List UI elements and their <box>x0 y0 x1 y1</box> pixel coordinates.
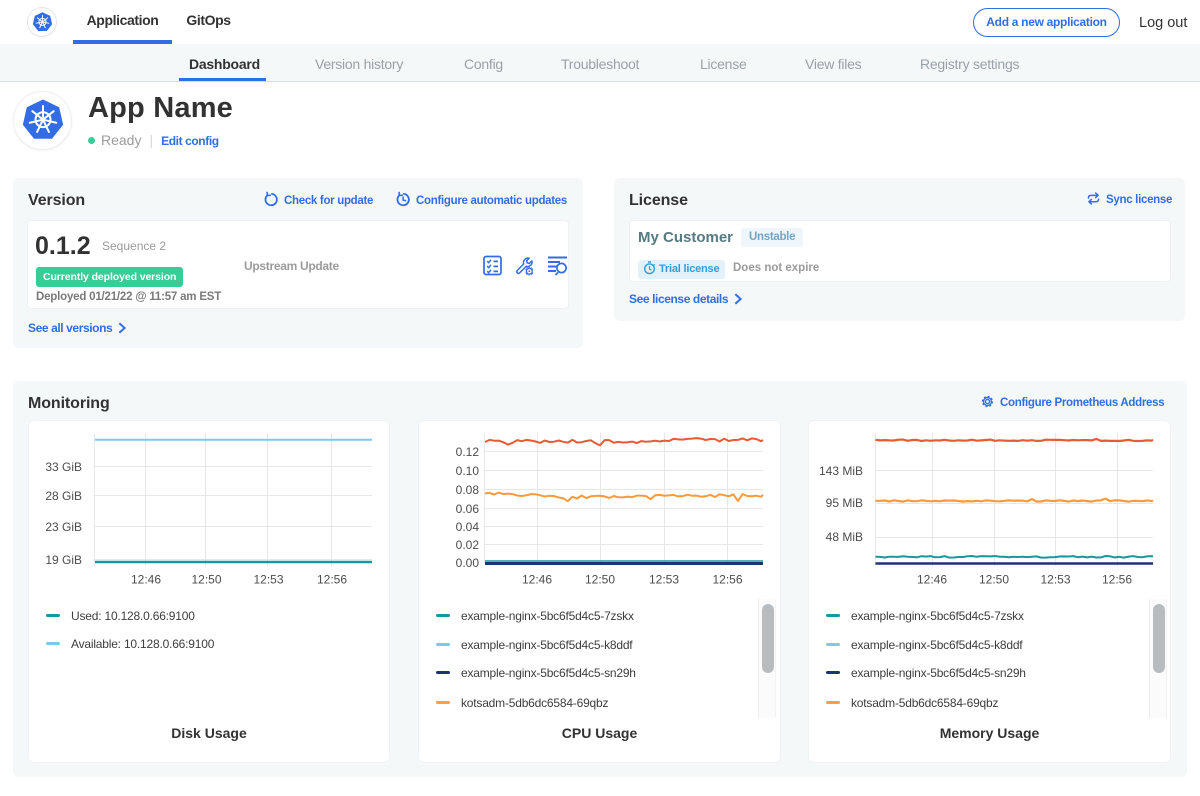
svg-text:12:53: 12:53 <box>649 573 679 587</box>
svg-text:0.10: 0.10 <box>456 464 480 478</box>
svg-text:0.00: 0.00 <box>456 556 480 570</box>
svg-text:12:46: 12:46 <box>522 573 552 587</box>
svg-text:12:46: 12:46 <box>917 573 947 587</box>
svg-text:12:50: 12:50 <box>979 573 1009 587</box>
svg-text:12:50: 12:50 <box>191 573 221 587</box>
svg-text:12:53: 12:53 <box>1040 573 1070 587</box>
svg-text:12:50: 12:50 <box>585 573 615 587</box>
svg-text:0.02: 0.02 <box>456 538 480 552</box>
svg-text:0.08: 0.08 <box>456 483 480 497</box>
svg-text:33 GiB: 33 GiB <box>45 460 82 474</box>
svg-text:12:46: 12:46 <box>131 573 161 587</box>
svg-text:95 MiB: 95 MiB <box>826 496 863 510</box>
svg-text:0.04: 0.04 <box>456 520 480 534</box>
svg-text:12:56: 12:56 <box>1102 573 1132 587</box>
svg-text:0.12: 0.12 <box>456 445 480 459</box>
svg-text:19 GiB: 19 GiB <box>45 553 82 567</box>
svg-text:12:56: 12:56 <box>317 573 347 587</box>
svg-text:23 GiB: 23 GiB <box>45 520 82 534</box>
svg-text:28 GiB: 28 GiB <box>45 489 82 503</box>
svg-text:12:56: 12:56 <box>712 573 742 587</box>
svg-text:48 MiB: 48 MiB <box>826 530 863 544</box>
svg-text:143 MiB: 143 MiB <box>819 464 863 478</box>
svg-text:12:53: 12:53 <box>253 573 283 587</box>
svg-text:0.06: 0.06 <box>456 502 480 516</box>
